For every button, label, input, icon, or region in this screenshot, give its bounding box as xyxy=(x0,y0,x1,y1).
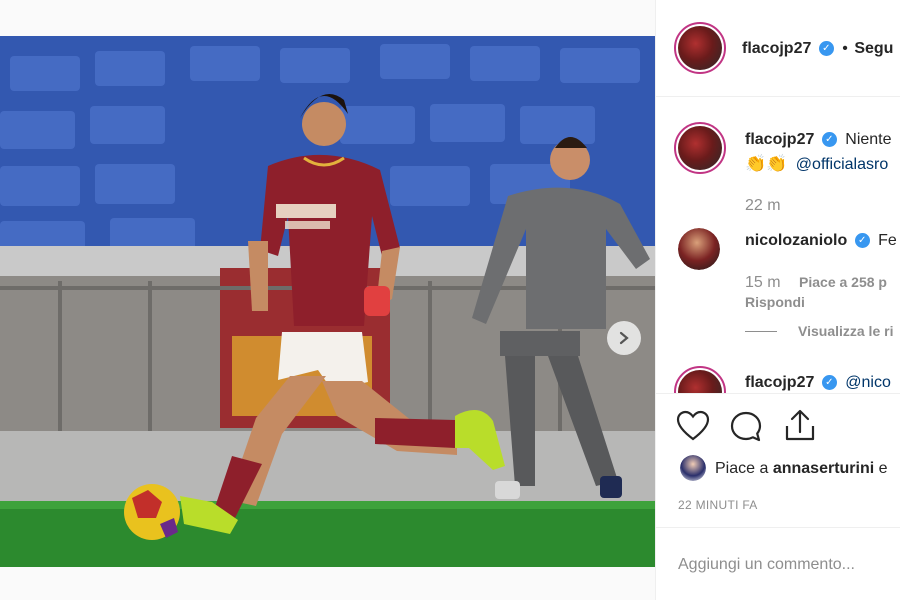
comment-text: Fe xyxy=(878,232,897,249)
post-sidebar: flacojp27 ✓ • Segu flacojp27 ✓ Niente 👏👏… xyxy=(655,0,900,600)
reply-link[interactable]: Rispondi xyxy=(745,294,805,310)
clap-emoji: 👏👏 xyxy=(745,154,788,173)
post-timestamp[interactable]: 22 MINUTI FA xyxy=(678,498,758,512)
comment-icon[interactable] xyxy=(729,410,763,444)
comment-username[interactable]: nicolozaniolo xyxy=(745,232,847,249)
add-comment-input[interactable]: Aggiungi un commento... xyxy=(678,556,855,574)
verified-icon: ✓ xyxy=(821,132,837,148)
caption-username[interactable]: flacojp27 xyxy=(745,131,814,148)
verified-icon: ✓ xyxy=(854,233,870,249)
avatar[interactable] xyxy=(674,122,726,174)
verified-icon: ✓ xyxy=(821,375,837,391)
likes-user[interactable]: annaserturini xyxy=(773,460,874,477)
share-icon[interactable] xyxy=(783,408,817,444)
caption-time[interactable]: 22 m xyxy=(745,197,781,215)
replies-divider xyxy=(745,331,777,332)
caption-text: Niente xyxy=(845,131,892,148)
chevron-right-icon xyxy=(619,331,629,345)
comment-mention[interactable]: @nico xyxy=(845,374,891,391)
avatar[interactable] xyxy=(678,228,720,270)
avatar[interactable] xyxy=(674,22,726,74)
next-photo-button[interactable] xyxy=(607,321,641,355)
view-replies-link[interactable]: Visualizza le ri xyxy=(798,323,893,339)
likes-summary: Piace a annaserturini e xyxy=(715,460,888,478)
avatar[interactable] xyxy=(680,455,706,481)
comment-time[interactable]: 15 m xyxy=(745,274,781,291)
comment-likes[interactable]: Piace a 258 p xyxy=(799,274,887,290)
photo-illustration xyxy=(0,36,655,567)
divider xyxy=(656,527,900,528)
follow-separator: • xyxy=(842,40,848,57)
actions-panel: Piace a annaserturini e 22 MINUTI FA Agg… xyxy=(656,393,900,600)
likes-prefix: Piace a xyxy=(715,460,769,477)
post-header: flacojp27 ✓ • Segu xyxy=(656,0,900,97)
likes-suffix: e xyxy=(878,460,888,477)
comment-username[interactable]: flacojp27 xyxy=(745,374,814,391)
heart-icon[interactable] xyxy=(676,410,710,442)
post-username[interactable]: flacojp27 xyxy=(742,40,811,57)
follow-button[interactable]: Segu xyxy=(854,40,893,57)
caption-mention[interactable]: @officialasro xyxy=(796,156,888,173)
post-photo xyxy=(0,36,655,567)
verified-icon: ✓ xyxy=(818,41,834,57)
